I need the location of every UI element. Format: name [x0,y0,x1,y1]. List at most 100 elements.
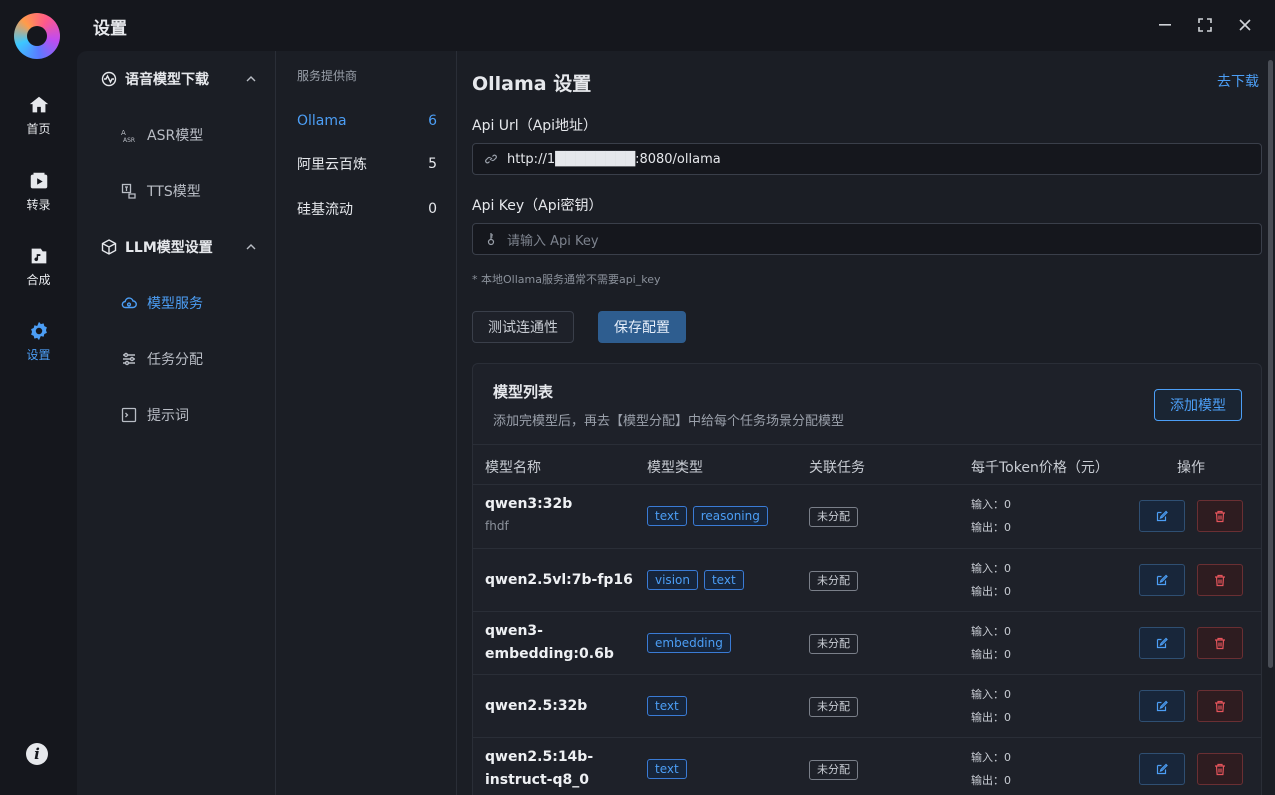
delete-button[interactable] [1197,753,1243,785]
tts-icon [121,183,136,199]
model-tags: vision text [647,570,744,590]
nav-item-task-assign-label: 任务分配 [147,352,203,368]
rail-label-settings: 设置 [26,348,51,362]
edit-button[interactable] [1139,690,1185,722]
model-type-tag: vision [647,570,698,590]
api-key-placeholder: 请输入 Api Key [507,233,599,249]
delete-button[interactable] [1197,564,1243,596]
api-url-value: http://1████████:8080/ollama [507,151,721,167]
edit-icon [1156,763,1168,775]
model-type-tag: embedding [647,633,731,653]
edit-button[interactable] [1139,564,1185,596]
model-type-tag: text [647,506,687,526]
provider-name: 阿里云百炼 [297,157,367,173]
price-input: 输入：0 [971,498,1011,511]
svg-text:A: A [121,129,126,137]
model-list-card: 模型列表 添加完模型后，再去【模型分配】中给每个任务场景分配模型 添加模型 模型… [472,363,1262,795]
provider-name: Ollama [297,113,347,129]
nav-item-tts-label: TTS模型 [147,184,201,200]
delete-button[interactable] [1197,627,1243,659]
price-input: 输入：0 [971,688,1011,701]
delete-button[interactable] [1197,690,1243,722]
trash-icon [1215,763,1225,775]
rail-item-home[interactable]: 首页 [0,94,77,154]
model-name-line2: embedding:0.6b [485,646,614,662]
provider-settings: Ollama 设置 去下载 Api Url（Api地址） http://1███… [457,51,1275,795]
column-header-actions: 操作 [1177,460,1205,476]
model-type-tag: reasoning [692,506,768,526]
nav-group-llm-settings[interactable]: LLM模型设置 [101,233,213,261]
provider-item-aliyun[interactable]: 阿里云百炼 5 [297,151,437,177]
nav-group-speech-label: 语音模型下载 [125,72,209,88]
title-bar: 设置 [77,0,1275,51]
model-list-title: 模型列表 [493,383,554,401]
divider [473,444,1261,445]
page-title: Ollama 设置 [472,73,592,95]
provider-name: 硅基流动 [297,202,353,218]
scrollbar-thumb[interactable] [1268,60,1273,668]
rail-item-synthesis[interactable]: 合成 [0,245,77,305]
trash-icon [1215,510,1225,522]
rail-item-transcribe[interactable]: 转录 [0,170,77,230]
rail-item-settings[interactable]: 设置 [0,320,77,380]
table-row: qwen3:32b fhdf text reasoning 未分配 输入：0 输… [473,485,1261,548]
model-tags: embedding [647,633,731,653]
price-input: 输入：0 [971,625,1011,638]
table-row: qwen2.5:32b text 未分配 输入：0 输出：0 [473,675,1261,738]
nav-group-llm-label: LLM模型设置 [125,240,213,256]
price-input: 输入：0 [971,751,1011,764]
nav-item-asr[interactable]: A ASR ASR模型 [121,121,203,149]
sliders-icon [123,352,135,366]
minimize-button[interactable] [1154,14,1176,36]
save-config-button[interactable]: 保存配置 [598,311,686,343]
app-logo [14,13,60,59]
cube-icon [101,239,117,255]
add-model-button[interactable]: 添加模型 [1154,389,1242,421]
trash-icon [1215,700,1225,712]
edit-button[interactable] [1139,500,1185,532]
task-status-badge: 未分配 [809,760,858,780]
info-icon[interactable]: i [26,743,48,765]
trash-icon [1215,574,1225,586]
synthesis-icon [31,248,46,264]
price-input: 输入：0 [971,562,1011,575]
provider-count: 6 [428,113,437,129]
edit-button[interactable] [1139,753,1185,785]
link-icon [485,154,497,164]
window-title: 设置 [93,19,127,39]
nav-item-model-service[interactable]: 模型服务 [121,289,203,317]
provider-item-ollama[interactable]: Ollama 6 [297,108,437,134]
model-name-line2: instruct-q8_0 [485,772,589,788]
nav-item-tts[interactable]: TTS模型 [121,177,201,205]
price-output: 输出：0 [971,521,1011,534]
edit-icon [1156,510,1168,522]
prompt-icon [121,407,137,423]
nav-group-speech-models[interactable]: 语音模型下载 [101,65,209,93]
download-link[interactable]: 去下载 [1217,71,1259,91]
close-button[interactable] [1234,14,1256,36]
minimize-icon [1159,24,1171,26]
delete-button[interactable] [1197,500,1243,532]
maximize-icon [1198,18,1212,32]
chevron-up-icon[interactable] [245,243,257,251]
key-icon [487,233,495,246]
chevron-up-icon[interactable] [245,75,257,83]
table-row: qwen2.5:14b- instruct-q8_0 text 未分配 输入：0… [473,738,1261,795]
api-url-input[interactable]: http://1████████:8080/ollama [472,143,1262,175]
model-alias: fhdf [485,519,509,533]
nav-item-task-assign[interactable]: 任务分配 [121,345,203,373]
column-header-task: 关联任务 [809,460,865,476]
edit-button[interactable] [1139,627,1185,659]
svg-text:ASR: ASR [123,137,135,143]
model-name-line1: qwen2.5:14b- [485,749,594,765]
maximize-button[interactable] [1194,14,1216,36]
api-key-hint: * 本地Ollama服务通常不需要api_key [472,273,661,286]
trash-icon [1215,637,1225,649]
column-header-price: 每千Token价格（元） [971,460,1109,476]
provider-count: 5 [428,156,437,172]
provider-item-siliconflow[interactable]: 硅基流动 0 [297,196,437,222]
test-connection-button[interactable]: 测试连通性 [472,311,574,343]
nav-item-prompts[interactable]: 提示词 [121,401,189,429]
api-key-input[interactable]: 请输入 Api Key [472,223,1262,255]
model-tags: text [647,759,687,779]
